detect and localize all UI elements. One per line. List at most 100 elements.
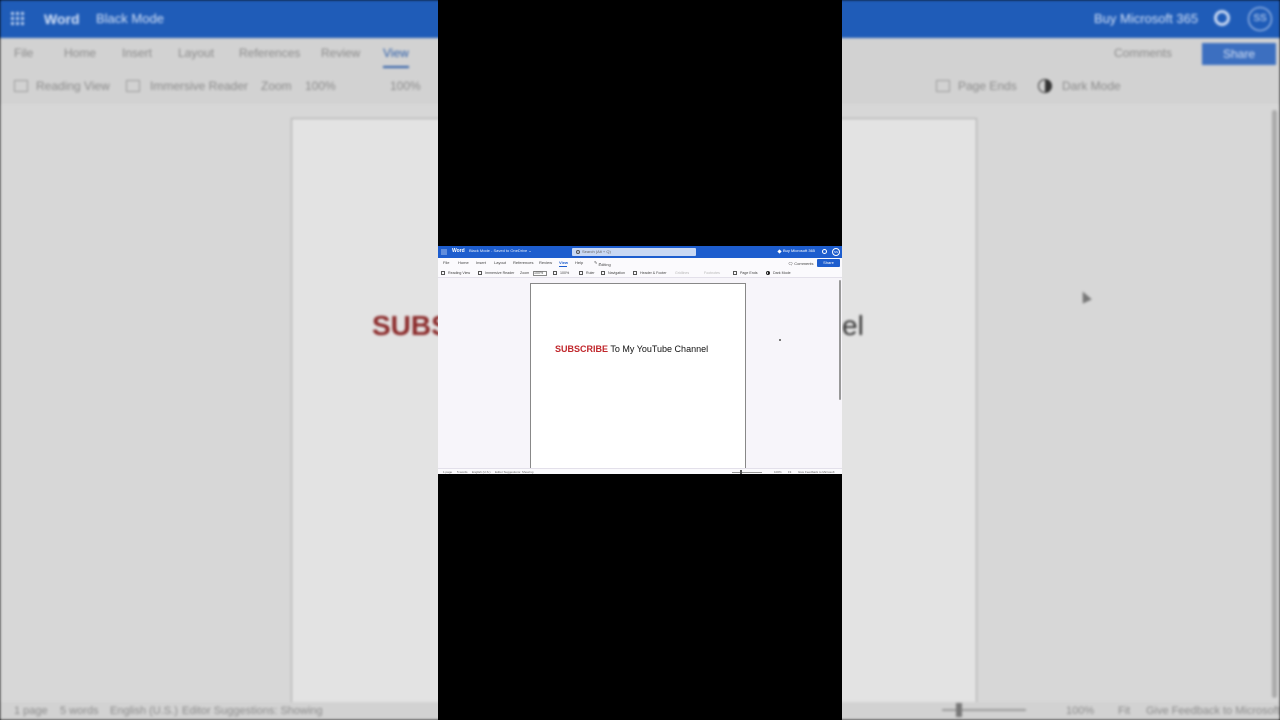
document-title[interactable]: Black Mode - Saved to OneDrive ⌄ — [469, 248, 532, 253]
bg-status-zoom: 100% — [1066, 705, 1095, 717]
tab-view[interactable]: View — [559, 260, 568, 265]
bg-zoom-label: Zoom — [261, 79, 292, 93]
page-ends-toggle[interactable]: Page Ends — [740, 271, 758, 275]
header-footer-icon — [633, 271, 637, 275]
dark-mode-icon — [766, 271, 770, 275]
gridlines-toggle[interactable]: Gridlines — [675, 271, 689, 275]
bg-buy-label: Buy Microsoft 365 — [1094, 11, 1199, 26]
bg-status-editor: Editor Suggestions: Showing — [182, 705, 323, 717]
active-tab-indicator — [559, 266, 567, 267]
bg-status-fit: Fit — [1118, 705, 1131, 717]
title-bar: Word Black Mode - Saved to OneDrive ⌄ Se… — [438, 246, 842, 258]
bg-menu-layout: Layout — [178, 46, 215, 60]
bg-app-launcher-icon — [10, 11, 24, 25]
zoom-slider[interactable] — [732, 472, 762, 473]
tab-layout[interactable]: Layout — [494, 260, 506, 265]
tab-home[interactable]: Home — [458, 260, 469, 265]
dark-mode-toggle[interactable]: Dark Mode — [773, 271, 791, 275]
page-ends-icon — [733, 271, 737, 275]
editing-label: Editing — [598, 262, 611, 267]
bg-document-name: Black Mode — [96, 11, 164, 26]
bg-menu-view: View — [383, 46, 409, 68]
app-launcher-icon[interactable] — [441, 249, 447, 255]
bg-immersive-reader: Immersive Reader — [150, 79, 249, 93]
zoom-slider-thumb[interactable] — [740, 470, 742, 474]
status-bar: 1 page 5 words English (U.S.) Editor Sug… — [438, 468, 842, 474]
header-footer-button[interactable]: Header & Footer — [640, 271, 667, 275]
mouse-cursor-icon — [779, 339, 781, 341]
reading-view-icon — [441, 271, 445, 275]
document-page[interactable] — [530, 283, 746, 473]
bg-avatar: SS — [1248, 7, 1272, 31]
share-button[interactable]: Share — [817, 259, 840, 267]
bg-reading-view: Reading View — [36, 79, 110, 93]
tab-insert[interactable]: Insert — [476, 260, 486, 265]
zoom-100-icon — [553, 271, 557, 275]
bg-menu-insert: Insert — [122, 46, 153, 60]
immersive-reader-icon — [478, 271, 482, 275]
avatar[interactable]: SS — [832, 248, 840, 256]
immersive-reader-button[interactable]: Immersive Reader — [485, 271, 514, 275]
bg-comments: Comments — [1114, 46, 1173, 60]
search-box[interactable]: Search (Alt + Q) — [572, 248, 696, 256]
tab-references[interactable]: References — [513, 260, 533, 265]
document-text[interactable]: SUBSCRIBE To My YouTube Channel — [555, 344, 708, 354]
footnotes-button[interactable]: Footnotes — [704, 271, 720, 275]
comments-button[interactable]: 🗨 Comments — [788, 261, 814, 266]
menu-bar: File Home Insert Layout References Revie… — [438, 258, 842, 268]
bg-zoomed-text-right: el — [842, 310, 864, 341]
bg-mouse-cursor-icon — [1078, 289, 1092, 304]
tab-file[interactable]: File — [443, 260, 449, 265]
search-icon — [576, 250, 580, 254]
status-editor[interactable]: Editor Suggestions: Showing — [495, 470, 533, 474]
ruler-icon — [579, 271, 583, 275]
ruler-toggle[interactable]: Ruler — [586, 271, 595, 275]
bg-status-words: 5 words — [60, 705, 99, 717]
bg-menu-file: File — [14, 46, 34, 60]
letterbox-bottom — [438, 474, 842, 720]
buy-microsoft-365-link[interactable]: Buy Microsoft 365 — [783, 248, 815, 253]
diamond-icon — [777, 249, 782, 254]
bg-zoom-slider — [942, 709, 1026, 711]
comments-label: Comments — [794, 261, 814, 266]
bg-zoom-value: 100% — [305, 79, 336, 93]
bg-dark-mode-icon — [1038, 79, 1052, 93]
search-placeholder: Search (Alt + Q) — [582, 249, 611, 254]
bg-share: Share — [1202, 43, 1276, 65]
bg-menu-references: References — [239, 46, 301, 60]
bg-zoom-100: 100% — [390, 79, 421, 93]
video-frame: Word Black Mode Buy Microsoft 365 SS Fil… — [0, 0, 1280, 720]
ribbon: Reading View Immersive Reader Zoom 100% … — [438, 268, 842, 278]
document-text-rest: To My YouTube Channel — [608, 344, 709, 354]
navigation-toggle[interactable]: Navigation — [608, 271, 625, 275]
bg-menu-home: Home — [64, 46, 97, 60]
bg-status-feedback: Give Feedback to Microsoft — [1146, 705, 1280, 717]
word-window: Word Black Mode - Saved to OneDrive ⌄ Se… — [438, 246, 842, 474]
bg-menu-review: Review — [321, 46, 361, 60]
bg-page-ends: Page Ends — [958, 79, 1017, 93]
bg-status-language: English (U.S.) — [110, 705, 178, 717]
editing-mode-button[interactable]: ✎ Editing ⌄ — [594, 260, 611, 267]
bg-page-ends-icon — [936, 80, 950, 92]
gear-icon[interactable] — [822, 249, 827, 254]
status-pages: 1 page — [443, 469, 453, 474]
subscribe-word: SUBSCRIBE — [555, 344, 609, 354]
zoom-label: Zoom — [520, 271, 530, 275]
app-name[interactable]: Word — [452, 248, 465, 254]
bg-immersive-reader-icon — [126, 80, 140, 92]
status-zoom: 100% — [774, 469, 782, 474]
zoom-100-button[interactable]: 100% — [560, 271, 569, 275]
document-name: Black Mode — [469, 248, 490, 253]
tab-review[interactable]: Review — [539, 260, 552, 265]
bg-dark-mode: Dark Mode — [1062, 79, 1121, 93]
tab-help[interactable]: Help — [575, 260, 583, 265]
bg-status-pages: 1 page — [14, 705, 48, 717]
reading-view-button[interactable]: Reading View — [448, 271, 470, 275]
fit-button[interactable]: Fit — [788, 470, 791, 474]
bg-app-name: Word — [44, 11, 80, 27]
bg-scrollbar-thumb — [1272, 110, 1277, 698]
feedback-link[interactable]: Give Feedback to Microsoft — [798, 470, 835, 474]
zoom-dropdown-value: 100% — [534, 271, 544, 275]
status-language[interactable]: English (U.S.) — [472, 470, 491, 474]
scrollbar-thumb[interactable] — [839, 280, 841, 400]
